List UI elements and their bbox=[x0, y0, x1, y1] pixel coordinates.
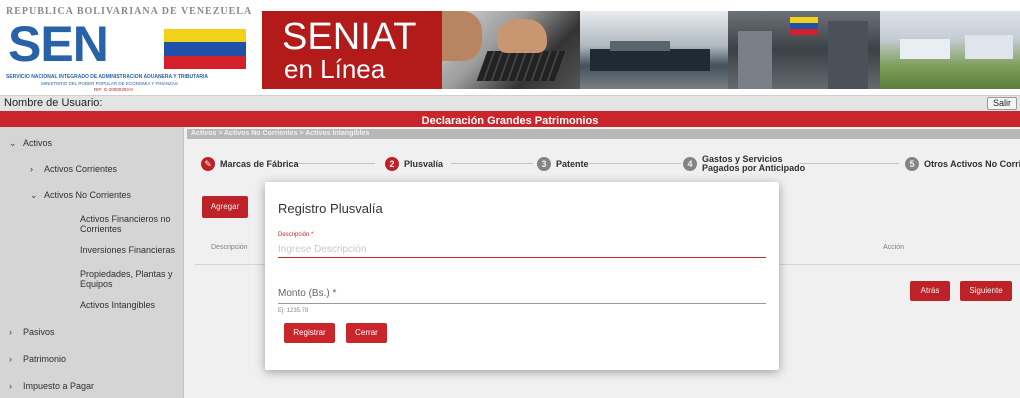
monto-label: Monto (Bs.) * bbox=[278, 288, 337, 299]
monto-hint: Ej: 1235.78 bbox=[278, 308, 309, 314]
descripcion-label: Descripción * bbox=[278, 232, 314, 238]
online-subtitle: en Línea bbox=[284, 54, 386, 84]
logo-ministry: MINISTERIO DEL PODER POPULAR DE ECONOMIA… bbox=[41, 81, 178, 86]
seniat-logo: REPUBLICA BOLIVARIANA DE VENEZUELA SEN S… bbox=[6, 6, 258, 92]
logo-text: SEN bbox=[8, 16, 109, 72]
username-label: Nombre de Usuario: bbox=[4, 97, 103, 109]
banner-photo-keyboard bbox=[442, 11, 580, 89]
logo-rif: RIF: G-20000303-0 bbox=[94, 87, 133, 92]
monto-input[interactable] bbox=[278, 303, 766, 304]
dialog-title: Registro Plusvalía bbox=[278, 201, 383, 216]
flag-icon bbox=[164, 29, 246, 69]
descripcion-input[interactable] bbox=[278, 241, 766, 258]
logout-button[interactable]: Salir bbox=[986, 97, 1017, 110]
close-button[interactable]: Cerrar bbox=[346, 323, 387, 343]
banner-photo-building bbox=[580, 11, 728, 89]
register-button[interactable]: Registrar bbox=[284, 323, 335, 343]
seniat-en-linea-logo: SENIAT en Línea bbox=[262, 11, 442, 89]
page-title-bar: Declaración Grandes Patrimonios bbox=[0, 111, 1020, 127]
banner-photo-flags bbox=[728, 11, 880, 89]
banner-photo-headquarters bbox=[880, 11, 1020, 89]
page-title: Declaración Grandes Patrimonios bbox=[421, 115, 599, 127]
user-bar: Nombre de Usuario: Salir bbox=[0, 95, 1020, 111]
online-title: SENIAT bbox=[282, 16, 417, 58]
logo-subtitle: SERVICIO NACIONAL INTEGRADO DE ADMINISTR… bbox=[6, 74, 209, 80]
registro-plusvalia-dialog: Registro Plusvalía Descripción * Monto (… bbox=[265, 182, 779, 370]
header-banner: REPUBLICA BOLIVARIANA DE VENEZUELA SEN S… bbox=[0, 0, 1020, 95]
